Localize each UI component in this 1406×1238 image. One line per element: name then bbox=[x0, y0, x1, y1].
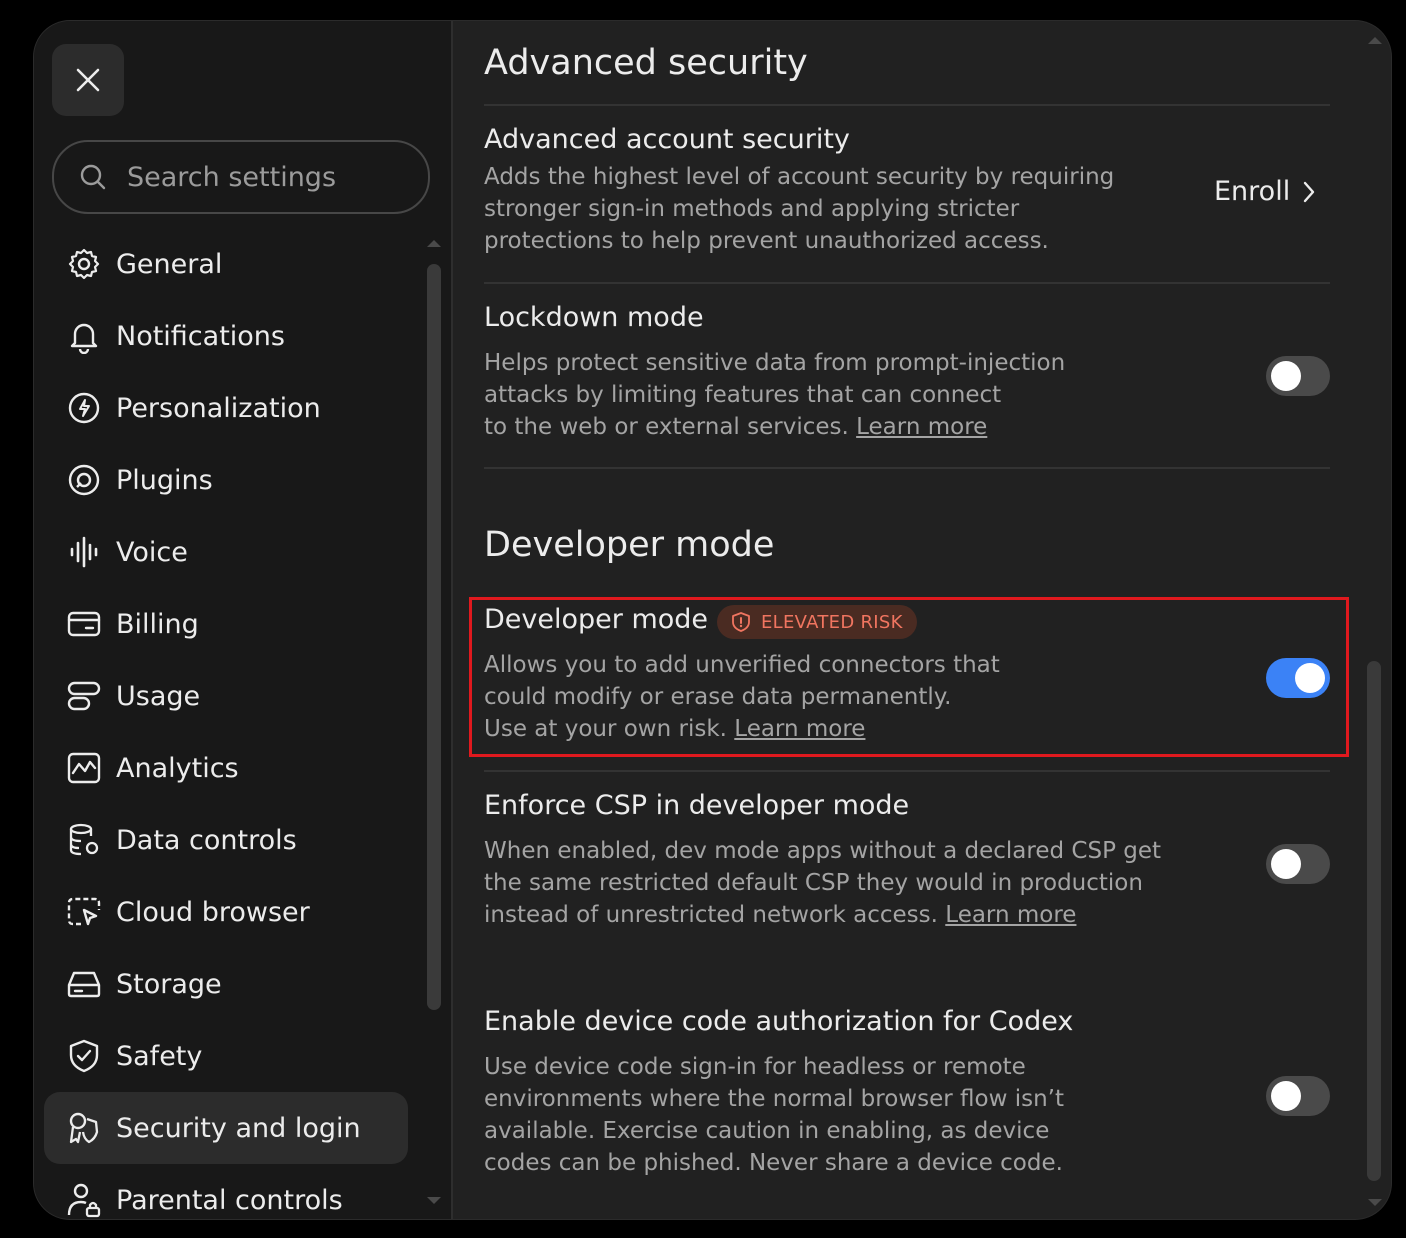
desc-text: instead of unrestricted network access. bbox=[484, 902, 938, 928]
sidebar-item-analytics[interactable]: Analytics bbox=[44, 732, 408, 804]
desc-line: the same restricted default CSP they wou… bbox=[484, 870, 1143, 896]
advanced-security-heading: Advanced security bbox=[484, 43, 808, 83]
close-button[interactable] bbox=[52, 44, 124, 116]
developer-mode-highlight-box bbox=[469, 597, 1349, 757]
close-icon bbox=[76, 68, 100, 92]
settings-main-panel: Advanced security Advanced account secur… bbox=[453, 21, 1391, 1219]
enforce-csp-description: When enabled, dev mode apps without a de… bbox=[484, 835, 1161, 931]
sidebar-item-billing[interactable]: Billing bbox=[44, 588, 408, 660]
sidebar-item-label: Analytics bbox=[116, 752, 239, 784]
enforce-csp-toggle[interactable] bbox=[1266, 844, 1330, 884]
sidebar-item-label: Billing bbox=[116, 608, 199, 640]
sidebar-item-label: Personalization bbox=[116, 392, 321, 424]
enforce-csp-title: Enforce CSP in developer mode bbox=[484, 790, 910, 821]
sidebar-item-label: Storage bbox=[116, 968, 222, 1000]
chevron-right-icon bbox=[1304, 181, 1315, 202]
lockdown-mode-toggle[interactable] bbox=[1266, 356, 1330, 396]
sidebar-item-plugins[interactable]: Plugins bbox=[44, 444, 408, 516]
gear-icon bbox=[66, 246, 102, 282]
desc-line: environments where the normal browser fl… bbox=[484, 1086, 1064, 1112]
screen: General Notifications Personalization bbox=[0, 0, 1406, 1238]
sidebar-item-label: Cloud browser bbox=[116, 896, 310, 928]
settings-sidebar: General Notifications Personalization bbox=[34, 21, 453, 1219]
desc-line: Adds the highest level of account securi… bbox=[484, 164, 1115, 190]
sidebar-item-label: General bbox=[116, 248, 223, 280]
desc-line: instead of unrestricted network access. … bbox=[484, 899, 1161, 931]
sidebar-item-general[interactable]: General bbox=[44, 228, 408, 300]
storage-drive-icon bbox=[66, 966, 102, 1002]
usage-icon bbox=[66, 678, 102, 714]
advanced-account-security-description: Adds the highest level of account securi… bbox=[484, 161, 1114, 257]
learn-more-link[interactable]: Learn more bbox=[945, 902, 1076, 928]
sidebar-scrollbar-thumb[interactable] bbox=[427, 264, 441, 1010]
sidebar-item-storage[interactable]: Storage bbox=[44, 948, 408, 1020]
main-scrollbar-thumb[interactable] bbox=[1367, 661, 1381, 1181]
cloud-browser-icon bbox=[66, 894, 102, 930]
parental-lock-icon bbox=[66, 1182, 102, 1218]
divider bbox=[484, 282, 1330, 284]
settings-dialog: General Notifications Personalization bbox=[34, 21, 1391, 1219]
divider bbox=[484, 104, 1330, 106]
sidebar-item-label: Voice bbox=[116, 536, 188, 568]
voice-wave-icon bbox=[66, 534, 102, 570]
sidebar-item-label: Usage bbox=[116, 680, 201, 712]
plugins-icon bbox=[66, 462, 102, 498]
device-code-auth-toggle[interactable] bbox=[1266, 1076, 1330, 1116]
credit-card-icon bbox=[66, 606, 102, 642]
main-scroll-down-arrow-icon[interactable] bbox=[1367, 1198, 1383, 1208]
sidebar-item-voice[interactable]: Voice bbox=[44, 516, 408, 588]
shield-check-icon bbox=[66, 1038, 102, 1074]
sidebar-item-notifications[interactable]: Notifications bbox=[44, 300, 408, 372]
analytics-chart-icon bbox=[66, 750, 102, 786]
sidebar-scroll-down-arrow-icon[interactable] bbox=[426, 1196, 442, 1206]
sidebar-item-security-and-login[interactable]: Security and login bbox=[44, 1092, 408, 1164]
security-key-icon bbox=[66, 1110, 102, 1146]
desc-line: When enabled, dev mode apps without a de… bbox=[484, 838, 1162, 864]
search-input[interactable] bbox=[125, 160, 389, 194]
sidebar-nav: General Notifications Personalization Pl… bbox=[44, 228, 408, 1219]
desc-line: stronger sign-in methods and applying st… bbox=[484, 196, 1020, 222]
search-icon bbox=[80, 164, 106, 190]
sidebar-item-label: Plugins bbox=[116, 464, 213, 496]
desc-line: protections to help prevent unauthorized… bbox=[484, 228, 1049, 254]
desc-line: Helps protect sensitive data from prompt… bbox=[484, 350, 1066, 376]
toggle-knob bbox=[1271, 849, 1301, 879]
lockdown-mode-description: Helps protect sensitive data from prompt… bbox=[484, 347, 1065, 443]
sidebar-item-label: Parental controls bbox=[116, 1184, 343, 1216]
developer-mode-heading: Developer mode bbox=[484, 525, 775, 565]
desc-line: available. Exercise caution in enabling,… bbox=[484, 1118, 1050, 1144]
personalization-icon bbox=[66, 390, 102, 426]
bell-icon bbox=[66, 318, 102, 354]
main-scroll-up-arrow-icon[interactable] bbox=[1367, 35, 1383, 45]
sidebar-item-label: Security and login bbox=[116, 1112, 361, 1144]
sidebar-scroll-up-arrow-icon[interactable] bbox=[426, 238, 442, 248]
sidebar-item-parental-controls[interactable]: Parental controls bbox=[44, 1164, 408, 1219]
sidebar-item-usage[interactable]: Usage bbox=[44, 660, 408, 732]
toggle-knob bbox=[1271, 1081, 1301, 1111]
desc-text: to the web or external services. bbox=[484, 414, 849, 440]
sidebar-item-personalization[interactable]: Personalization bbox=[44, 372, 408, 444]
search-box bbox=[52, 140, 430, 214]
device-code-auth-title: Enable device code authorization for Cod… bbox=[484, 1006, 1074, 1037]
divider bbox=[484, 467, 1330, 469]
learn-more-link[interactable]: Learn more bbox=[856, 414, 987, 440]
sidebar-item-label: Notifications bbox=[116, 320, 285, 352]
desc-line: codes can be phished. Never share a devi… bbox=[484, 1150, 1063, 1176]
divider bbox=[484, 770, 1330, 772]
sidebar-item-label: Data controls bbox=[116, 824, 297, 856]
enroll-button[interactable]: Enroll bbox=[1214, 176, 1316, 207]
advanced-account-security-title: Advanced account security bbox=[484, 124, 850, 155]
lockdown-mode-title: Lockdown mode bbox=[484, 302, 704, 333]
enroll-label: Enroll bbox=[1214, 176, 1291, 207]
database-gear-icon bbox=[66, 822, 102, 858]
sidebar-item-safety[interactable]: Safety bbox=[44, 1020, 408, 1092]
sidebar-item-label: Safety bbox=[116, 1040, 203, 1072]
device-code-auth-description: Use device code sign-in for headless or … bbox=[484, 1051, 1064, 1179]
desc-line: Use device code sign-in for headless or … bbox=[484, 1054, 1026, 1080]
sidebar-item-cloud-browser[interactable]: Cloud browser bbox=[44, 876, 408, 948]
desc-line: attacks by limiting features that can co… bbox=[484, 382, 1002, 408]
toggle-knob bbox=[1271, 361, 1301, 391]
desc-line: to the web or external services. Learn m… bbox=[484, 411, 1065, 443]
sidebar-item-data-controls[interactable]: Data controls bbox=[44, 804, 408, 876]
